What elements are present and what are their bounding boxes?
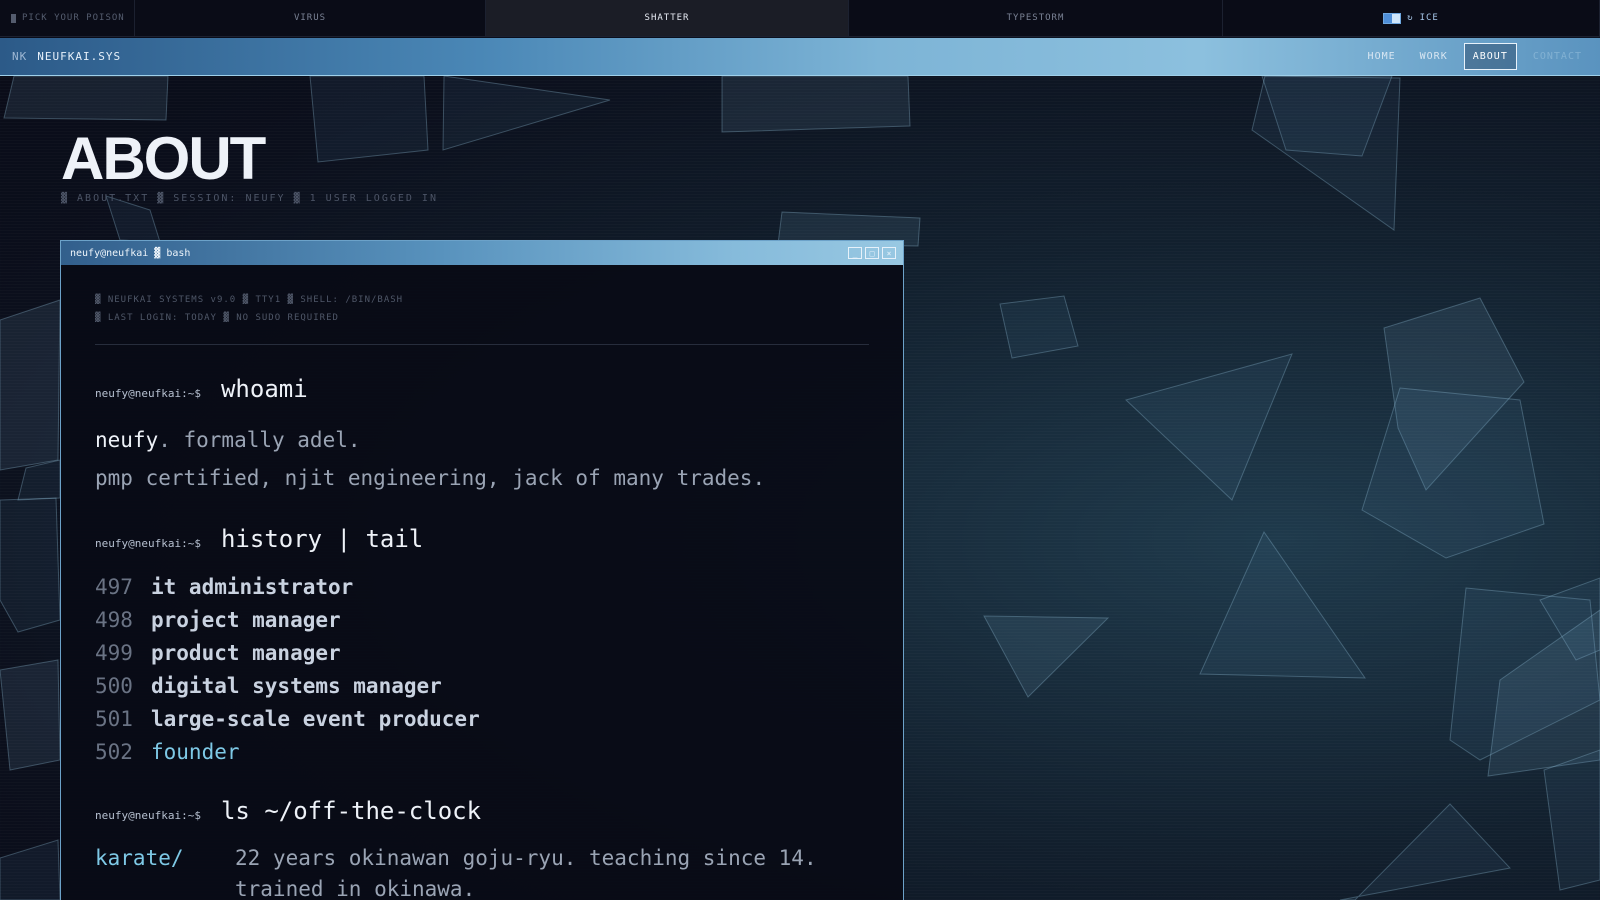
history-role: it administrator <box>151 575 354 599</box>
nav-links: HOME WORK ABOUT CONTACT <box>1360 43 1600 70</box>
glass-shard <box>0 659 61 771</box>
glass-shard <box>1199 530 1366 679</box>
history-list: 497 it administrator 498 project manager 4… <box>95 571 869 769</box>
glass-shard <box>3 75 169 121</box>
history-number: 497 <box>95 575 133 599</box>
history-role: digital systems manager <box>151 674 442 698</box>
theme-picker-bar: PICK YOUR POISON VIRUS SHATTER TYPESTORM… <box>0 0 1600 37</box>
nav-link-contact[interactable]: CONTACT <box>1525 44 1590 69</box>
terminal-title: neufy@neufkai ▓ bash <box>70 247 191 259</box>
sysinfo-line: ▓ LAST LOGIN: TODAY ▓ NO SUDO REQUIRED <box>95 313 339 323</box>
page-title: ABOUT <box>61 125 266 192</box>
history-number: 499 <box>95 641 133 665</box>
nav-link-about[interactable]: ABOUT <box>1463 43 1517 70</box>
directory-description: 22 years okinawan goju-ryu. teaching sin… <box>235 843 817 900</box>
nav-link-work[interactable]: WORK <box>1412 44 1456 69</box>
glass-shard <box>1339 803 1511 900</box>
glass-shard <box>1125 353 1293 501</box>
command-line: neufy@neufkai:~$ ls ~/off-the-clock <box>95 797 869 825</box>
nav-link-home[interactable]: HOME <box>1360 44 1404 69</box>
window-controls: _ □ × <box>848 247 903 259</box>
list-item: 501 large-scale event producer <box>95 703 869 736</box>
site-nav: NK NEUFKAI.SYS HOME WORK ABOUT CONTACT <box>0 38 1600 76</box>
refresh-icon: ↻ <box>1407 13 1414 23</box>
command-text: ls ~/off-the-clock <box>220 797 482 825</box>
shell-prompt: neufy@neufkai:~$ <box>95 809 201 822</box>
command-line: neufy@neufkai:~$ history | tail <box>95 525 869 553</box>
whoami-name: neufy <box>95 428 159 452</box>
description-line: trained in okinawa. <box>235 877 476 900</box>
glass-shard <box>309 75 429 163</box>
theme-tab-virus[interactable]: VIRUS <box>135 0 486 36</box>
minimize-icon[interactable]: _ <box>848 247 862 259</box>
whoami-output-line1: neufy. formally adel. <box>95 421 869 459</box>
description-line: 22 years okinawan goju-ryu. teaching sin… <box>235 846 817 870</box>
theme-tab-ice[interactable]: ↻ ICE <box>1223 0 1600 36</box>
ice-label: ICE <box>1419 13 1439 23</box>
command-text: whoami <box>220 375 308 403</box>
ls-block: neufy@neufkai:~$ ls ~/off-the-clock kara… <box>95 797 869 900</box>
glass-shard <box>0 839 61 900</box>
theme-tab-shatter[interactable]: SHATTER <box>486 0 849 36</box>
theme-tab-typestorm[interactable]: TYPESTORM <box>849 0 1223 36</box>
glass-shard <box>0 299 61 471</box>
directory-name[interactable]: karate/ <box>95 843 235 900</box>
history-role: large-scale event producer <box>151 707 480 731</box>
glass-shard <box>1251 75 1401 231</box>
command-text: history | tail <box>220 525 424 553</box>
history-number: 501 <box>95 707 133 731</box>
sysinfo-line: ▓ NEUFKAI SYSTEMS v9.0 ▓ TTY1 ▓ SHELL: /… <box>95 295 404 305</box>
history-role: product manager <box>151 641 341 665</box>
maximize-icon[interactable]: □ <box>865 247 879 259</box>
system-info: ▓ NEUFKAI SYSTEMS v9.0 ▓ TTY1 ▓ SHELL: /… <box>95 291 869 327</box>
theme-picker-label: PICK YOUR POISON <box>0 0 135 36</box>
glass-shard <box>983 615 1110 698</box>
brand-mark: NK <box>12 50 28 63</box>
glass-shard <box>999 295 1079 359</box>
glass-shard <box>721 75 911 133</box>
command-line: neufy@neufkai:~$ whoami <box>95 375 869 403</box>
session-meta: ▓ ABOUT.TXT ▓ SESSION: NEUFY ▓ 1 USER LO… <box>61 193 438 204</box>
brand[interactable]: NK NEUFKAI.SYS <box>0 50 121 63</box>
whoami-name-rest: . formally adel. <box>158 428 361 452</box>
list-item: 500 digital systems manager <box>95 670 869 703</box>
history-number: 500 <box>95 674 133 698</box>
block-icon <box>11 13 16 23</box>
history-role: project manager <box>151 608 341 632</box>
close-icon[interactable]: × <box>882 247 896 259</box>
glass-shard <box>1543 749 1600 891</box>
list-item: 498 project manager <box>95 604 869 637</box>
history-role-founder: founder <box>151 740 240 764</box>
ice-swatch-icon <box>1383 12 1402 24</box>
glass-shard <box>1361 387 1545 559</box>
ls-entry: karate/ 22 years okinawan goju-ryu. teac… <box>95 843 869 900</box>
history-number: 502 <box>95 740 133 764</box>
terminal-body: ▓ NEUFKAI SYSTEMS v9.0 ▓ TTY1 ▓ SHELL: /… <box>61 265 903 900</box>
terminal-titlebar[interactable]: neufy@neufkai ▓ bash _ □ × <box>61 241 903 265</box>
brand-name: NEUFKAI.SYS <box>37 50 122 63</box>
history-number: 498 <box>95 608 133 632</box>
pick-label-text: PICK YOUR POISON <box>22 13 125 23</box>
divider <box>95 344 869 345</box>
history-block: neufy@neufkai:~$ history | tail 497 it ad… <box>95 525 869 769</box>
list-item: 497 it administrator <box>95 571 869 604</box>
list-item: 502 founder <box>95 736 869 769</box>
glass-shard <box>442 75 611 151</box>
whoami-output-line2: pmp certified, njit engineering, jack of… <box>95 466 766 490</box>
terminal-window: neufy@neufkai ▓ bash _ □ × ▓ NEUFKAI SYS… <box>60 240 904 900</box>
whoami-block: neufy@neufkai:~$ whoami neufy. formally … <box>95 375 869 497</box>
shell-prompt: neufy@neufkai:~$ <box>95 537 201 550</box>
shell-prompt: neufy@neufkai:~$ <box>95 387 201 400</box>
glass-shard <box>0 497 61 633</box>
list-item: 499 product manager <box>95 637 869 670</box>
